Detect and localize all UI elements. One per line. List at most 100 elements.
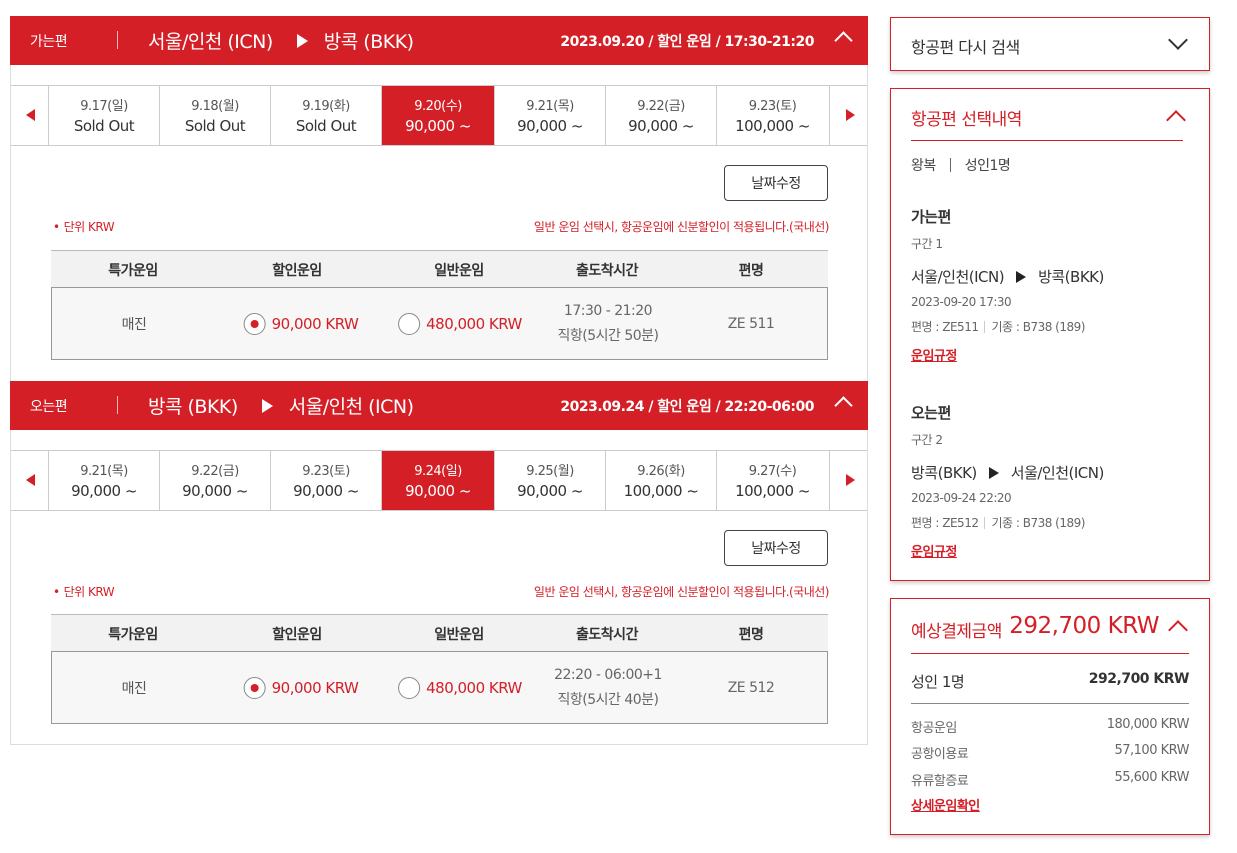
flight-selection-panel: 가는편 서울/인천 (ICN) 방콕 (BKK) 2023.09.20 / 할인… (10, 16, 868, 745)
normal-fare-option[interactable]: 480,000 KRW (398, 288, 522, 359)
outbound-fare-table: 특가운임 할인운임 일반운임 출도착시간 편명 매진 90,000 KRW 48… (51, 250, 828, 360)
inbound-header: 오는편 방콕 (BKK) 서울/인천 (ICN) 2023.09.24 / 할인… (10, 381, 868, 430)
breakdown-value: 55,600 KRW (1114, 770, 1189, 785)
date-label: 9.21(목) (80, 464, 128, 479)
selection-summary: 항공편 선택내역 왕복 성인1명 가는편 구간 1 서울/인천(ICN) 방콕(B… (890, 88, 1210, 581)
date-price: 90,000 ~ (293, 482, 359, 500)
date-label: 9.20(수) (414, 99, 462, 114)
discount-notice: 일반 운임 선택시, 항공운임에 신분할인이 적용됩니다.(국내선) (533, 585, 830, 599)
date-label: 9.19(화) (302, 99, 350, 114)
next-dates-button[interactable] (829, 451, 867, 510)
header-divider (117, 396, 118, 414)
fare-table-header: 특가운임 할인운임 일반운임 출도착시간 편명 (51, 614, 828, 651)
column-header: 편명 (738, 263, 764, 279)
discount-fare-radio[interactable] (243, 312, 266, 335)
payment-title: 예상결제금액 (911, 622, 1002, 642)
special-fare-soldout: 매진 (121, 316, 147, 333)
divider (911, 653, 1189, 654)
chevron-down-icon[interactable] (1168, 30, 1188, 50)
normal-fare-radio[interactable] (398, 312, 421, 335)
leg-destination: 방콕(BKK) (1038, 268, 1104, 286)
date-tab-selected[interactable]: 9.24(일) 90,000 ~ (382, 451, 495, 510)
date-label: 9.18(월) (191, 99, 239, 114)
leg-flight-number: 편명 : ZE512 (911, 516, 979, 530)
date-label: 9.26(화) (637, 464, 685, 479)
fare-detail-link[interactable]: 상세운임확인 (911, 795, 980, 814)
edit-date-button[interactable]: 날짜수정 (724, 530, 828, 566)
departure-arrival-time: 17:30 - 21:20 (563, 302, 653, 319)
fare-row: 매진 90,000 KRW 480,000 KRW 22:20 - 06:00+… (51, 651, 828, 724)
date-tab[interactable]: 9.21(목) 90,000 ~ (49, 451, 160, 510)
column-header: 출도착시간 (576, 263, 638, 279)
currency-unit-note: 단위 KRW (53, 583, 115, 600)
date-price: 90,000 ~ (517, 482, 583, 500)
flight-time: 17:30 - 21:20 직항(5시간 50분) (557, 288, 660, 359)
date-tab[interactable]: 9.17(일) Sold Out (49, 86, 160, 145)
departure-arrival-time: 22:20 - 06:00+1 (554, 666, 662, 683)
normal-fare-option[interactable]: 480,000 KRW (398, 652, 522, 723)
fare-breakdown-row: 항공운임 180,000 KRW (911, 717, 1190, 736)
flight-time: 22:20 - 06:00+1 직항(5시간 40분) (554, 652, 662, 723)
leg-flight-number: 편명 : ZE511 (911, 320, 979, 334)
normal-fare-radio[interactable] (398, 676, 421, 699)
column-header: 일반운임 (434, 627, 484, 643)
arrow-right-icon (846, 474, 855, 486)
collapse-chevron-up-icon[interactable] (834, 396, 853, 415)
normal-fare-price: 480,000 KRW (426, 314, 522, 333)
arrow-left-icon (26, 474, 35, 486)
date-label: 9.24(일) (414, 464, 462, 479)
fare-rules-link[interactable]: 운임규정 (911, 345, 957, 364)
prev-dates-button[interactable] (11, 451, 49, 510)
divider (911, 140, 1183, 141)
date-tab[interactable]: 9.23(토) 90,000 ~ (271, 451, 382, 510)
inbound-leg-summary: 오는편 구간 2 방콕(BKK) 서울/인천(ICN) 2023-09-24 2… (911, 402, 1191, 560)
fare-row: 매진 90,000 KRW 480,000 KRW 17:30 - 21:20 … (51, 287, 828, 360)
date-tab[interactable]: 9.18(월) Sold Out (160, 86, 271, 145)
discount-fare-option[interactable]: 90,000 KRW (243, 288, 359, 359)
date-tab[interactable]: 9.27(수) 100,000 ~ (717, 451, 828, 510)
date-tab[interactable]: 9.22(금) 90,000 ~ (160, 451, 271, 510)
breakdown-value: 57,100 KRW (1114, 743, 1189, 758)
prev-dates-button[interactable] (11, 86, 49, 145)
leg-origin: 방콕(BKK) (911, 464, 977, 482)
passenger-count: 성인1명 (964, 158, 1011, 174)
edit-date-button[interactable]: 날짜수정 (724, 165, 828, 201)
discount-fare-radio[interactable] (243, 676, 266, 699)
collapse-chevron-up-icon[interactable] (834, 31, 853, 50)
inbound-fare-table: 특가운임 할인운임 일반운임 출도착시간 편명 매진 90,000 KRW 48… (51, 614, 828, 724)
estimated-payment: 예상결제금액 292,700 KRW 성인 1명 292,700 KRW 항공운… (890, 598, 1210, 835)
flight-duration: 직항(5시간 40분) (557, 691, 660, 708)
divider (984, 321, 986, 333)
date-tab[interactable]: 9.19(화) Sold Out (271, 86, 382, 145)
outbound-header: 가는편 서울/인천 (ICN) 방콕 (BKK) 2023.09.20 / 할인… (10, 16, 868, 65)
flight-duration: 직항(5시간 50분) (557, 327, 660, 344)
research-flights-toggle[interactable]: 항공편 다시 검색 (890, 17, 1210, 71)
date-price: 90,000 ~ (71, 482, 137, 500)
date-tab[interactable]: 9.22(금) 90,000 ~ (606, 86, 717, 145)
date-label: 9.23(토) (748, 99, 797, 114)
date-price: 90,000 ~ (182, 482, 248, 500)
discount-fare-option[interactable]: 90,000 KRW (243, 652, 359, 723)
leg-section: 구간 2 (911, 433, 943, 447)
adult-fare-row: 성인 1명 292,700 KRW (911, 671, 1190, 692)
outbound-route: 서울/인천 (ICN) 방콕 (BKK) (148, 27, 414, 54)
fare-table-header: 특가운임 할인운임 일반운임 출도착시간 편명 (51, 250, 828, 287)
inbound-destination: 서울/인천 (ICN) (288, 396, 414, 418)
date-tab-selected[interactable]: 9.20(수) 90,000 ~ (382, 86, 495, 145)
fare-rules-link[interactable]: 운임규정 (911, 541, 957, 560)
date-tab[interactable]: 9.23(토) 100,000 ~ (717, 86, 828, 145)
trip-info: 왕복 성인1명 (911, 155, 1011, 175)
chevron-up-icon[interactable] (1168, 620, 1188, 640)
date-tab[interactable]: 9.21(목) 90,000 ~ (495, 86, 606, 145)
next-dates-button[interactable] (829, 86, 867, 145)
date-label: 9.17(일) (80, 99, 128, 114)
inbound-date-carousel: 9.21(목) 90,000 ~ 9.22(금) 90,000 ~ 9.23(토) 9… (11, 450, 867, 511)
leg-section: 구간 1 (911, 237, 943, 251)
chevron-up-icon[interactable] (1166, 110, 1186, 130)
column-header: 출도착시간 (576, 627, 638, 643)
leg-origin: 서울/인천(ICN) (911, 268, 1005, 286)
trip-type: 왕복 (911, 158, 936, 174)
date-tab[interactable]: 9.26(화) 100,000 ~ (606, 451, 717, 510)
date-tab[interactable]: 9.25(월) 90,000 ~ (495, 451, 606, 510)
divider (911, 703, 1189, 704)
